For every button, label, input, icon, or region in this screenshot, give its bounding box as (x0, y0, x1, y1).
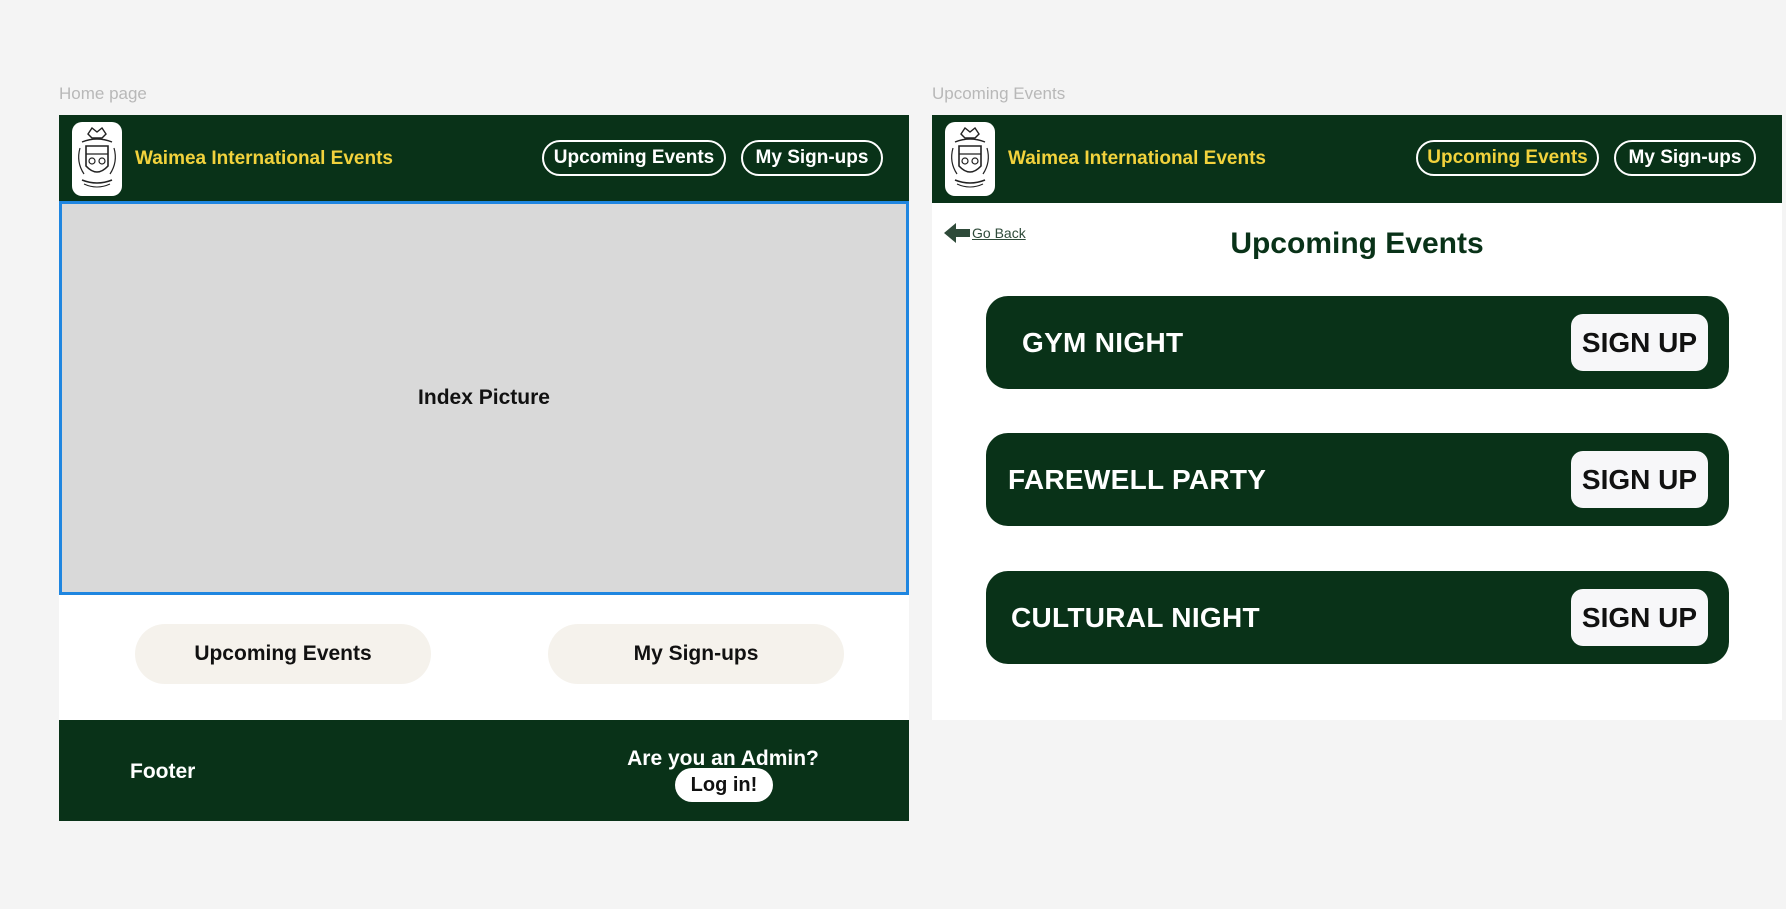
login-button[interactable]: Log in! (675, 768, 773, 802)
upcoming-events-button[interactable]: Upcoming Events (135, 624, 431, 684)
my-signups-button[interactable]: My Sign-ups (548, 624, 844, 684)
event-card: CULTURAL NIGHT SIGN UP (986, 571, 1729, 664)
site-footer: Footer Are you an Admin? Log in! (59, 720, 909, 821)
event-name: GYM NIGHT (1022, 326, 1184, 358)
index-picture-placeholder: Index Picture (59, 201, 909, 595)
footer-label: Footer (130, 760, 196, 783)
sign-up-button[interactable]: SIGN UP (1571, 589, 1708, 646)
frame-label-events: Upcoming Events (932, 84, 1066, 103)
event-card: GYM NIGHT SIGN UP (986, 296, 1729, 389)
sign-up-button[interactable]: SIGN UP (1571, 451, 1708, 508)
event-name: FAREWELL PARTY (1008, 463, 1267, 495)
page-title: Upcoming Events (1230, 227, 1484, 260)
frame-label-home: Home page (59, 84, 147, 103)
nav-my-signups-button[interactable]: My Sign-ups (741, 140, 883, 176)
upcoming-events-frame: Waimea International Events Upcoming Eve… (932, 115, 1782, 720)
site-title[interactable]: Waimea International Events (135, 148, 393, 170)
site-title[interactable]: Waimea International Events (1008, 148, 1266, 170)
nav-my-signups-button[interactable]: My Sign-ups (1614, 140, 1756, 176)
school-crest-icon[interactable] (945, 122, 995, 196)
event-name: CULTURAL NIGHT (1011, 601, 1260, 633)
sign-up-button[interactable]: SIGN UP (1571, 314, 1708, 371)
index-picture-label: Index Picture (418, 386, 550, 409)
event-card: FAREWELL PARTY SIGN UP (986, 433, 1729, 526)
site-header: Waimea International Events Upcoming Eve… (932, 115, 1782, 203)
home-page-frame: Waimea International Events Upcoming Eve… (59, 115, 909, 821)
nav-upcoming-events-button[interactable]: Upcoming Events (1416, 140, 1599, 176)
nav-upcoming-events-button[interactable]: Upcoming Events (542, 140, 726, 176)
site-header: Waimea International Events Upcoming Eve… (59, 115, 909, 203)
school-crest-icon[interactable] (72, 122, 122, 196)
